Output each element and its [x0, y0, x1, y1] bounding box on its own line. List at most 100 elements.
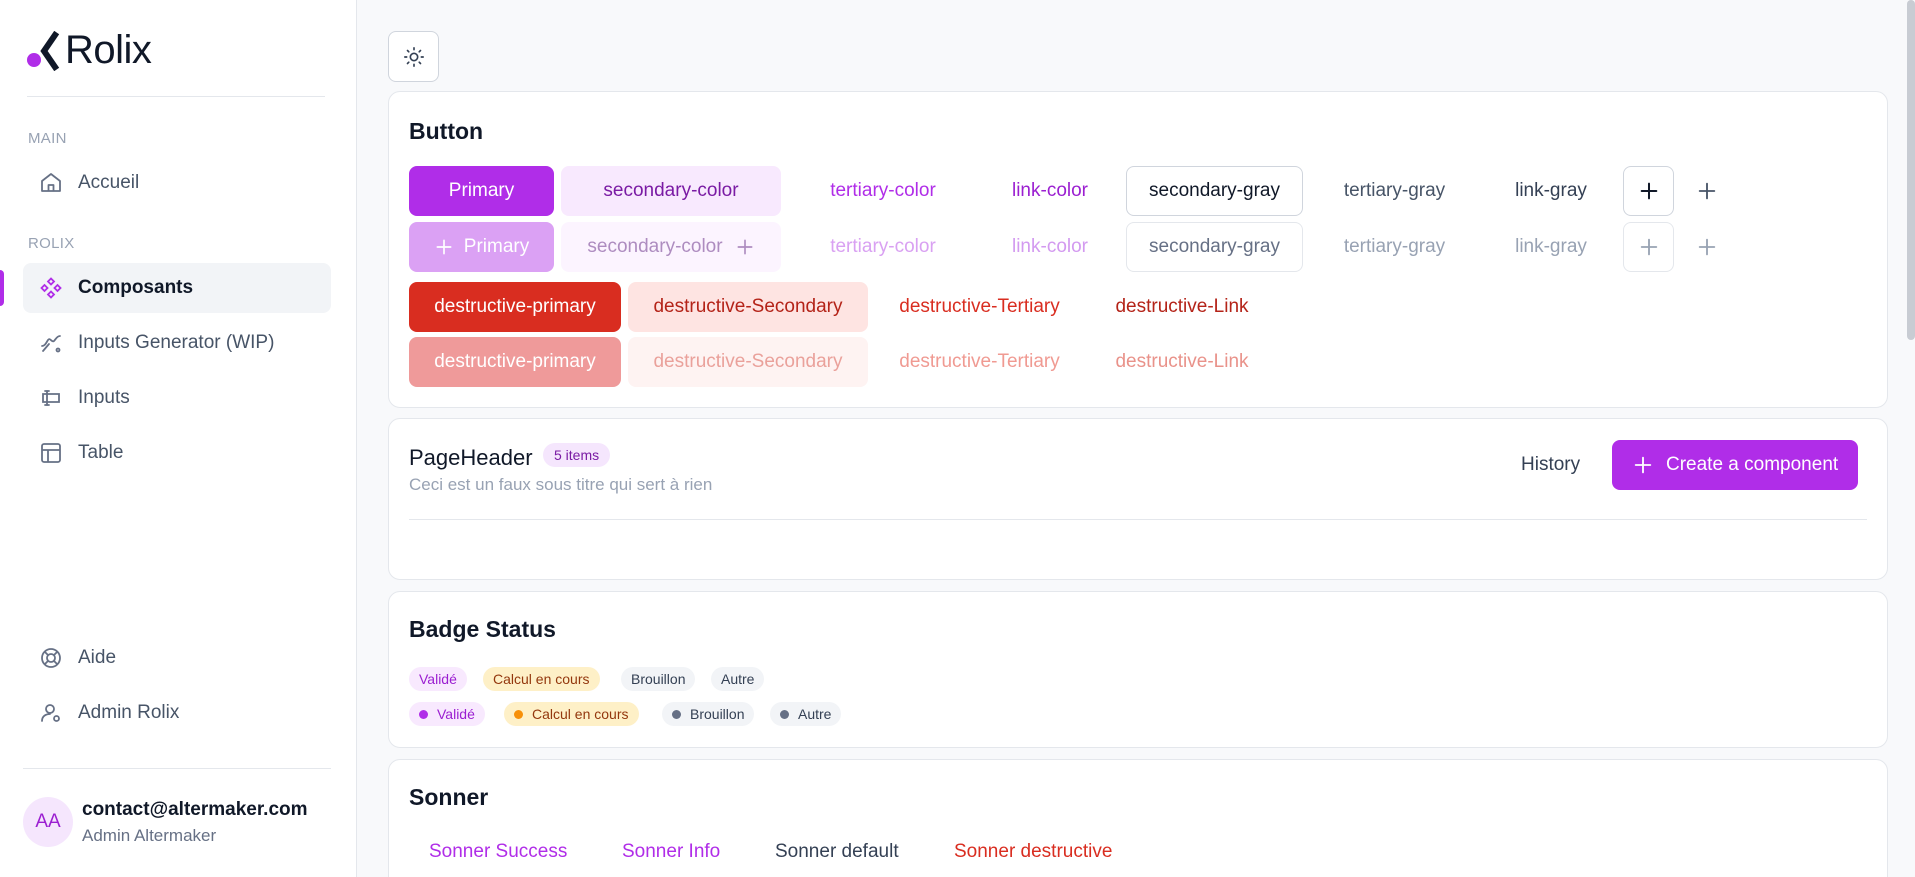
lifebuoy-icon [38, 645, 64, 671]
destructive-tertiary-button-disabled: destructive-Tertiary [899, 351, 1060, 372]
tertiary-color-button-disabled: tertiary-color [830, 236, 936, 257]
status-dot [514, 709, 523, 719]
sidebar-item-admin-rolix[interactable]: Admin Rolix [23, 688, 331, 738]
sidebar-item-inputs[interactable]: Inputs [23, 373, 331, 423]
user-profile[interactable]: AA contact@altermaker.com Admin Altermak… [23, 797, 308, 847]
badge-label: Brouillon [690, 706, 745, 722]
sidebar-item-label: Inputs [78, 387, 130, 408]
table-icon [38, 440, 64, 466]
destructive-tertiary-button[interactable]: destructive-Tertiary [875, 282, 1084, 332]
active-indicator [0, 270, 4, 306]
icon-add-button-disabled [1623, 222, 1674, 272]
button-label: Create a component [1666, 454, 1839, 475]
brand-logo[interactable]: Rolix [27, 28, 152, 73]
sidebar-item-composants[interactable]: Composants [23, 263, 331, 313]
create-component-button[interactable]: Create a component [1612, 440, 1859, 490]
sidebar-item-inputs-generator[interactable]: Inputs Generator (WIP) [23, 318, 331, 368]
plus-icon [1640, 238, 1657, 256]
sidebar-item-aide[interactable]: Aide [23, 633, 331, 683]
sun-icon [403, 46, 424, 67]
status-badge-brouillon: Brouillon [621, 667, 696, 691]
icon-add-button[interactable] [1623, 166, 1674, 216]
brand-name: Rolix [65, 28, 152, 72]
link-gray-button[interactable]: link-gray [1486, 166, 1616, 216]
divider [409, 519, 1867, 520]
secondary-color-button[interactable]: secondary-color [561, 166, 781, 216]
section-main-title: MAIN [28, 130, 67, 147]
sonner-default-button[interactable]: Sonner default [775, 834, 899, 870]
theme-toggle-button[interactable] [388, 31, 439, 82]
app-shell: Rolix MAIN Accueil ROLIX Composants Inpu… [0, 0, 1915, 877]
plus-icon [737, 239, 753, 255]
sidebar-item-label: Composants [78, 277, 194, 298]
primary-button[interactable]: Primary [409, 166, 554, 216]
sonner-success-button[interactable]: Sonner Success [429, 834, 567, 870]
sidebar-item-label: Accueil [78, 172, 140, 193]
card-title: Button [409, 118, 484, 144]
badge-status-card: Badge Status Validé Calcul en cours Brou… [388, 591, 1888, 748]
status-dot [780, 709, 789, 719]
sidebar-item-table[interactable]: Table [23, 428, 331, 478]
badge-label: Validé [437, 706, 475, 722]
page-header-card: PageHeader 5 items Ceci est un faux sous… [388, 418, 1888, 580]
card-title: Badge Status [409, 616, 556, 642]
card-title: Sonner [409, 784, 489, 810]
sidebar-item-label: Aide [78, 647, 117, 668]
plus-icon [1698, 182, 1715, 200]
count-badge: 5 items [543, 443, 611, 467]
status-badge-calcul-dot: Calcul en cours [504, 702, 639, 726]
user-settings-icon [38, 700, 64, 726]
page-header-title: PageHeader [409, 445, 533, 470]
destructive-primary-button[interactable]: destructive-primary [409, 282, 621, 332]
tertiary-gray-button[interactable]: tertiary-gray [1309, 166, 1480, 216]
secondary-gray-button-disabled: secondary-gray [1126, 222, 1303, 272]
plus-icon [1640, 182, 1657, 200]
destructive-secondary-button-disabled: destructive-Secondary [628, 337, 868, 387]
status-badge-autre: Autre [711, 667, 765, 691]
secondary-color-button-disabled: secondary-color [561, 222, 781, 272]
scrollbar[interactable] [1907, 0, 1915, 340]
tertiary-gray-button-disabled: tertiary-gray [1343, 236, 1446, 257]
destructive-primary-button-disabled: destructive-primary [409, 337, 621, 387]
page-header-subtitle: Ceci est un faux sous titre qui sert à r… [409, 475, 713, 494]
status-badge-autre-dot: Autre [770, 702, 842, 726]
button-card: Button Primary secondary-color tertiary-… [388, 91, 1888, 408]
generator-icon [38, 330, 64, 356]
secondary-gray-button[interactable]: secondary-gray [1126, 166, 1303, 216]
tertiary-color-button[interactable]: tertiary-color [788, 166, 978, 216]
user-role: Admin Altermaker [82, 825, 217, 845]
status-dot [672, 709, 681, 719]
main-content: Button Primary secondary-color tertiary-… [357, 0, 1915, 877]
status-badge-valide-dot: Validé [409, 702, 485, 726]
destructive-secondary-button[interactable]: destructive-Secondary [628, 282, 868, 332]
home-icon [38, 170, 64, 196]
avatar: AA [23, 797, 73, 847]
icon-add-ghost-button[interactable] [1681, 166, 1732, 216]
primary-button-disabled: Primary [409, 222, 554, 272]
plus-icon [436, 239, 452, 255]
destructive-link-button-disabled: destructive-Link [1115, 351, 1249, 372]
user-email: contact@altermaker.com [82, 798, 308, 820]
button-label: Primary [463, 236, 530, 257]
history-button[interactable]: History [1509, 440, 1592, 490]
link-color-button-disabled: link-color [1011, 236, 1089, 257]
status-badge-calcul: Calcul en cours [483, 667, 600, 691]
sonner-card: Sonner Sonner Success Sonner Info Sonner… [388, 759, 1888, 877]
sidebar-item-accueil[interactable]: Accueil [23, 158, 331, 208]
link-color-button[interactable]: link-color [982, 166, 1118, 216]
status-dot [419, 709, 428, 719]
section-rolix-title: ROLIX [28, 235, 75, 252]
input-icon [38, 385, 64, 411]
badge-label: Calcul en cours [532, 706, 629, 722]
destructive-link-button[interactable]: destructive-Link [1089, 282, 1275, 332]
logo-mark-icon [27, 30, 61, 71]
sidebar-divider [23, 768, 331, 769]
sonner-info-button[interactable]: Sonner Info [622, 834, 720, 870]
plus-icon [1634, 456, 1652, 474]
sidebar: Rolix MAIN Accueil ROLIX Composants Inpu… [0, 0, 357, 877]
sidebar-item-label: Table [78, 442, 124, 463]
button-label: secondary-color [587, 236, 723, 257]
icon-add-ghost-button-disabled [1681, 222, 1732, 272]
sonner-destructive-button[interactable]: Sonner destructive [954, 834, 1112, 870]
status-badge-valide: Validé [409, 667, 467, 691]
